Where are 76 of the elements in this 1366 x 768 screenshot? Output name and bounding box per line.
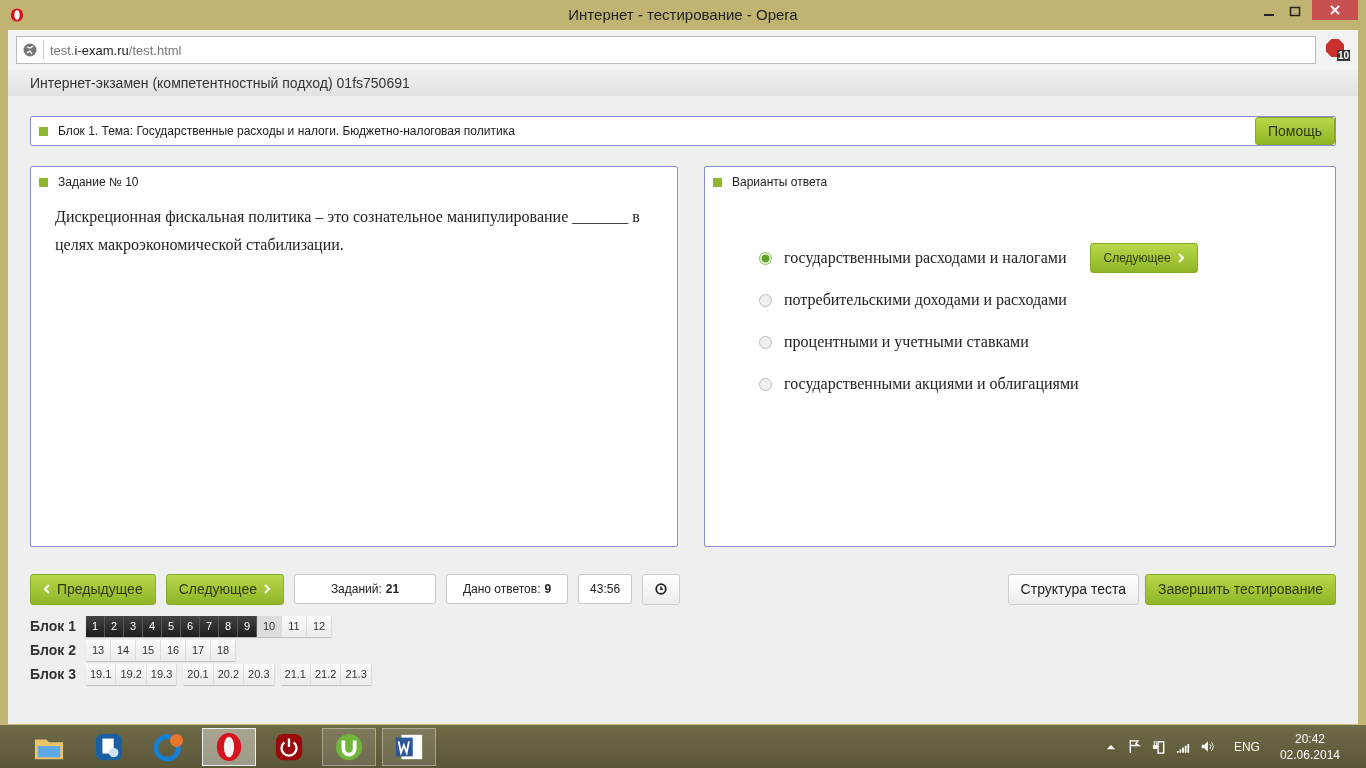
task-number-button[interactable]: 13 xyxy=(86,639,111,661)
chat-bubble-icon xyxy=(154,731,184,762)
task-number-button[interactable]: 7 xyxy=(200,615,219,637)
timer: 43:56 xyxy=(578,574,633,604)
task-number-button[interactable]: 11 xyxy=(282,615,307,637)
task-number-button[interactable]: 20.1 xyxy=(183,663,214,685)
task-number-button[interactable]: 19.3 xyxy=(146,663,178,685)
square-icon xyxy=(39,126,48,136)
task-title: Задание № 10 xyxy=(58,175,139,189)
task-number-button[interactable]: 10 xyxy=(257,615,282,637)
task-number-button[interactable]: 1 xyxy=(86,615,105,637)
answer-option[interactable]: государственными акциями и облигациями xyxy=(784,375,1079,393)
radio-button[interactable] xyxy=(759,251,772,265)
task-number-button[interactable]: 21.3 xyxy=(341,663,372,685)
task-number-button[interactable]: 16 xyxy=(161,639,186,661)
radio-button[interactable] xyxy=(759,293,772,307)
address-field[interactable]: test.i-exam.ru/test.html xyxy=(16,36,1316,64)
time-text: 20:42 xyxy=(1294,730,1325,747)
task-number-button[interactable]: 19.1 xyxy=(86,663,117,685)
task-number-button[interactable]: 18 xyxy=(211,639,236,661)
task-number-button[interactable]: 8 xyxy=(219,615,238,637)
flag-icon[interactable] xyxy=(1127,739,1142,755)
help-button[interactable]: Помощь xyxy=(1254,117,1335,145)
square-icon xyxy=(39,177,48,187)
task-number-button[interactable]: 21.1 xyxy=(280,663,311,685)
task-number-button[interactable]: 15 xyxy=(136,639,161,661)
block-label: Блок 1 xyxy=(30,618,77,634)
task-number-button[interactable]: 3 xyxy=(124,615,143,637)
answer-option[interactable]: процентными и учетными ставками xyxy=(784,333,1029,351)
opera-logo-icon xyxy=(214,731,244,762)
date-text: 02.06.2014 xyxy=(1279,746,1340,763)
task-number-button[interactable]: 19.2 xyxy=(116,663,147,685)
taskbar-button[interactable] xyxy=(202,727,256,766)
radio-button[interactable] xyxy=(759,377,772,391)
task-number-button[interactable]: 20.2 xyxy=(213,663,245,685)
previous-button[interactable]: Предыдущее xyxy=(30,573,156,605)
task-number-button[interactable]: 6 xyxy=(181,615,200,637)
task-number-button[interactable]: 14 xyxy=(111,639,136,661)
task-number-button[interactable]: 12 xyxy=(307,615,332,637)
task-number-button[interactable]: 21.2 xyxy=(310,663,342,685)
finish-button[interactable]: Завершить тестирование xyxy=(1145,573,1336,605)
square-icon xyxy=(713,177,722,187)
structure-button[interactable]: Структура теста xyxy=(1007,573,1139,605)
answer-option[interactable]: государственными расходами и налогами xyxy=(784,249,1067,267)
task-number-button[interactable]: 2 xyxy=(105,615,124,637)
answers-title: Варианты ответа xyxy=(732,175,828,189)
chevron-right-icon xyxy=(1176,253,1185,263)
task-number-button[interactable]: 20.3 xyxy=(244,663,275,685)
close-icon[interactable] xyxy=(1312,0,1358,20)
chevron-right-icon xyxy=(263,584,272,594)
clock[interactable]: 20:42 02.06.2014 xyxy=(1279,730,1340,763)
tasks-count: Заданий: 21 xyxy=(294,574,437,604)
window-title: Интернет - тестирование - Opera xyxy=(568,6,798,23)
next-button[interactable]: Следующее xyxy=(165,573,285,605)
next-button[interactable]: Следующее xyxy=(1090,243,1198,273)
radio-button[interactable] xyxy=(759,335,772,349)
answered-count: Дано ответов: 9 xyxy=(446,574,569,604)
block-label: Блок 3 xyxy=(30,666,77,682)
page-title: Интернет-экзамен (компетентностный подход) 01fs750691 xyxy=(30,75,410,91)
task-number-button[interactable]: 9 xyxy=(238,615,257,637)
question-text: Дискреционная фискальная политика – это сознательное манипулирование _______ в целях макроэкономической стабилизации. xyxy=(55,207,641,256)
clock-icon xyxy=(655,583,668,595)
task-number-button[interactable]: 5 xyxy=(162,615,181,637)
task-number-button[interactable]: 4 xyxy=(143,615,162,637)
battery-icon[interactable] xyxy=(1151,739,1166,755)
block-label: Блок 2 xyxy=(30,642,77,658)
opera-logo-icon[interactable] xyxy=(10,7,24,23)
task-number-button[interactable]: 17 xyxy=(186,639,211,661)
torrent-logo-icon xyxy=(334,731,364,762)
power-icon xyxy=(274,731,304,762)
clock-button[interactable] xyxy=(642,573,681,605)
language-indicator[interactable]: ENG xyxy=(1233,739,1260,754)
answer-option[interactable]: потребительскими доходами и расходами xyxy=(784,291,1067,309)
topic-title: Блок 1. Тема: Государственные расходы и налоги. Бюджетно-налоговая политика xyxy=(58,124,515,138)
chevron-left-icon xyxy=(43,584,51,594)
globe-icon xyxy=(23,43,37,57)
